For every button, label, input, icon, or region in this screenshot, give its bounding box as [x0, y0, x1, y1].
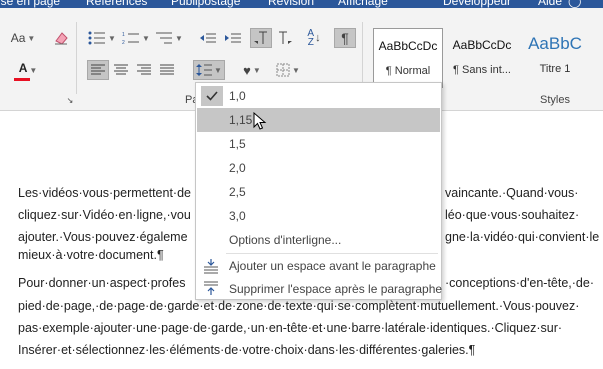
lightbulb-icon[interactable]: ◯: [568, 0, 581, 8]
tab-mailings[interactable]: Publipostage: [171, 0, 240, 8]
style-normal[interactable]: AaBbCcDc ¶ Normal: [373, 28, 443, 88]
borders-icon: [276, 63, 290, 77]
chevron-down-icon: ▼: [27, 33, 36, 43]
add-space-before-item[interactable]: Ajouter un espace avant le paragraphe: [197, 254, 440, 278]
numbering-button[interactable]: 12 ▼: [122, 28, 150, 48]
ltr-text-direction-icon[interactable]: [250, 28, 272, 48]
style-heading-1[interactable]: AaBbC Titre 1: [520, 28, 590, 88]
multilevel-list-icon: [156, 32, 173, 44]
change-case-button[interactable]: Aa ▼: [6, 28, 40, 48]
justify-icon[interactable]: [156, 60, 178, 80]
rtl-text-direction-icon[interactable]: [274, 28, 296, 48]
mouse-cursor-icon: [253, 112, 267, 130]
font-color-icon: A: [18, 61, 28, 75]
pilcrow-icon[interactable]: ¶: [334, 28, 356, 48]
paragraph-2-line-4: Insérer·et·sélectionnez·les·éléments·de·…: [18, 343, 476, 357]
chevron-down-icon: ▼: [108, 33, 116, 43]
align-left-icon[interactable]: [87, 60, 109, 80]
decrease-indent-icon[interactable]: [197, 28, 219, 48]
svg-text:2: 2: [122, 40, 125, 45]
chevron-down-icon: ▼: [292, 65, 300, 75]
chevron-down-icon: ▼: [214, 65, 222, 75]
line-spacing-button[interactable]: ▼: [193, 60, 225, 80]
styles-group-label: Styles: [540, 94, 570, 106]
checkmark-icon: [201, 86, 223, 106]
align-right-icon[interactable]: [133, 60, 155, 80]
paint-bucket-icon: ♥: [243, 62, 251, 78]
style-no-spacing[interactable]: AaBbCcDc ¶ Sans int...: [447, 28, 517, 88]
chevron-down-icon: ▼: [142, 33, 150, 43]
shading-button[interactable]: ♥ ▼: [236, 60, 268, 80]
tab-page-layout[interactable]: ise en page: [0, 0, 60, 8]
tab-help[interactable]: Aide: [538, 0, 562, 8]
tab-developer[interactable]: Développeur: [443, 0, 511, 8]
sort-icon[interactable]: A Z ↓: [303, 28, 325, 48]
multilevel-list-button[interactable]: ▼: [155, 28, 183, 48]
font-color-button[interactable]: A ▼: [10, 60, 46, 80]
font-dialog-launcher-icon[interactable]: ↘: [64, 94, 76, 106]
chevron-down-icon: ▼: [252, 65, 261, 75]
chevron-down-icon: ▼: [29, 65, 38, 75]
line-spacing-option-1-5[interactable]: 1,5: [197, 132, 440, 156]
line-spacing-icon: [196, 64, 213, 76]
remove-space-after-icon: [204, 281, 218, 295]
ribbon-tab-bar: ise en page Références Publipostage Révi…: [0, 0, 603, 8]
line-spacing-option-2-5[interactable]: 2,5: [197, 180, 440, 204]
svg-text:1: 1: [122, 32, 125, 38]
remove-space-after-item[interactable]: Supprimer l'espace après le paragraphe: [197, 277, 442, 301]
chevron-down-icon: ▼: [175, 33, 183, 43]
line-spacing-option-1-0[interactable]: 1,0: [197, 84, 440, 108]
line-spacing-option-3-0[interactable]: 3,0: [197, 204, 440, 228]
numbering-icon: 12: [122, 32, 140, 45]
line-spacing-option-2-0[interactable]: 2,0: [197, 156, 440, 180]
line-spacing-option-1-15[interactable]: 1,15: [197, 108, 440, 132]
tab-review[interactable]: Révision: [268, 0, 314, 8]
increase-indent-icon[interactable]: [222, 28, 244, 48]
align-center-icon[interactable]: [110, 60, 132, 80]
line-spacing-options-link[interactable]: Options d'interligne...: [197, 228, 440, 252]
paragraph-2-line-3: pas·exemple·ajouter·une·page·de·garde,·u…: [18, 321, 563, 335]
borders-button[interactable]: ▼: [272, 60, 304, 80]
font-color-swatch: [14, 78, 30, 81]
paragraph-1-line-1b: vaincante.·Quand·vous·: [445, 186, 579, 200]
paragraph-2-line-1b: ·conceptions·d'en-tête,·de·: [445, 276, 594, 290]
group-separator: [76, 22, 77, 94]
line-spacing-menu: 1,0 1,15 1,5 2,0 2,5 3,0 Options d'inter…: [195, 82, 442, 300]
paragraph-1-line-2b: léo·que·vous·souhaitez·: [445, 208, 580, 222]
bullets-button[interactable]: ▼: [88, 28, 116, 48]
add-space-before-icon: [204, 259, 218, 274]
bullets-icon: [88, 31, 106, 45]
tab-references[interactable]: Références: [86, 0, 147, 8]
clear-formatting-icon[interactable]: [50, 28, 72, 48]
tab-view[interactable]: Affichage: [338, 0, 388, 8]
